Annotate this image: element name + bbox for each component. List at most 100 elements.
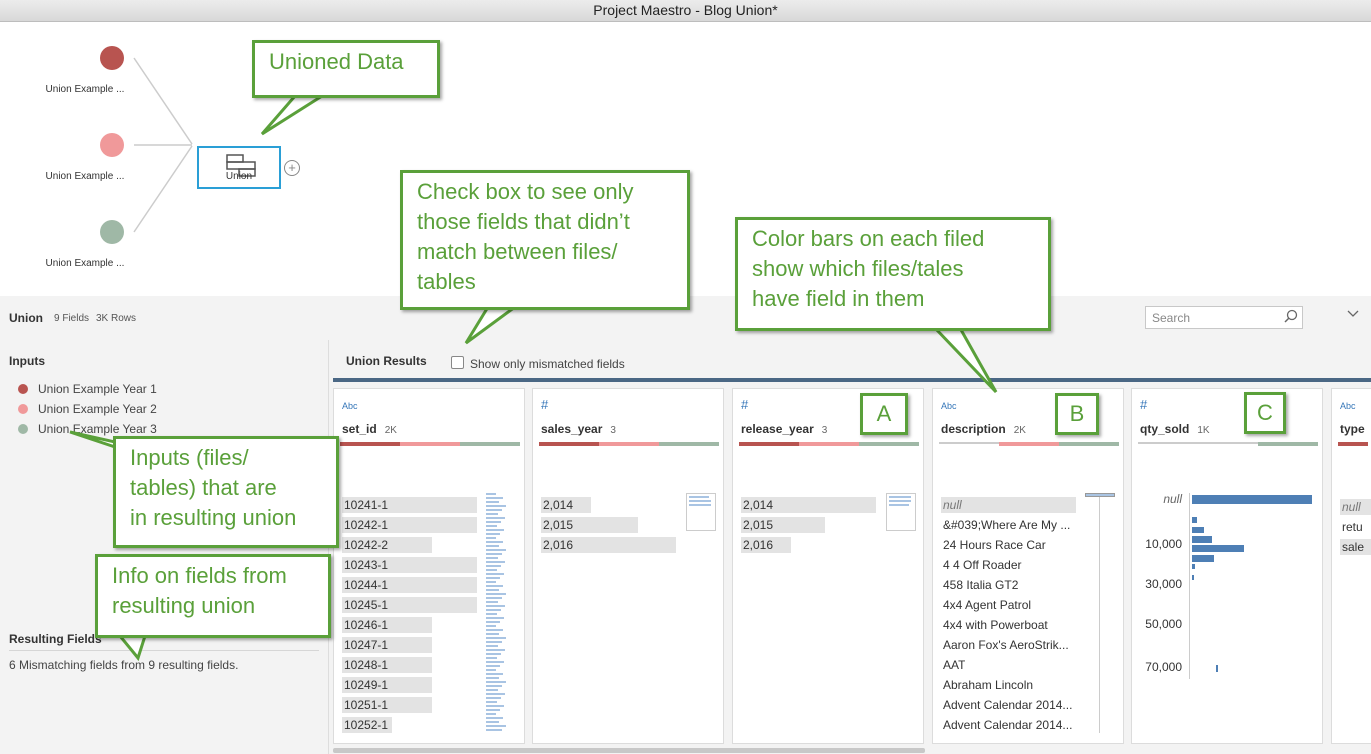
histogram-bar[interactable] xyxy=(1192,495,1312,504)
field-value[interactable]: 4x4 Agent Patrol xyxy=(941,597,1031,613)
step-name: Union xyxy=(9,311,43,325)
field-card-sales-year[interactable]: # sales_year 3 2,014 2,015 2,016 xyxy=(532,388,724,744)
field-value[interactable]: 10247-1 xyxy=(342,637,432,653)
union-node[interactable] xyxy=(197,146,281,189)
input-item-2[interactable]: Union Example Year 2 xyxy=(18,402,157,418)
field-value[interactable]: Advent Calendar 2014... xyxy=(941,697,1072,713)
input-item-label: Union Example Year 2 xyxy=(38,402,157,416)
field-value[interactable]: 10245-1 xyxy=(342,597,477,613)
field-value[interactable]: 10244-1 xyxy=(342,577,477,593)
histogram-bar[interactable] xyxy=(1192,564,1195,569)
field-value[interactable]: sale xyxy=(1340,539,1371,555)
string-type-icon: Abc xyxy=(342,401,358,411)
histogram-bar[interactable] xyxy=(1192,555,1214,562)
field-value[interactable]: 10252-1 xyxy=(342,717,392,733)
field-value[interactable]: 2,014 xyxy=(541,497,591,513)
field-value[interactable]: 2,014 xyxy=(741,497,876,513)
field-value[interactable]: null xyxy=(941,497,1076,513)
scroll-overview[interactable] xyxy=(686,493,716,531)
histogram-bar[interactable] xyxy=(1192,517,1197,523)
chevron-down-icon[interactable] xyxy=(1347,309,1359,319)
flow-node-label-2: Union Example ... xyxy=(45,171,125,182)
field-value[interactable]: 2,015 xyxy=(741,517,825,533)
field-value[interactable]: AAT xyxy=(941,657,965,673)
field-card-type[interactable]: Abc type null retu sale xyxy=(1331,388,1371,744)
scroll-thumb[interactable] xyxy=(1085,493,1115,497)
field-value[interactable]: Abraham Lincoln xyxy=(941,677,1033,693)
field-value[interactable]: 24 Hours Race Car xyxy=(941,537,1046,553)
field-count: 3 xyxy=(821,425,828,436)
divider xyxy=(9,650,319,651)
field-name[interactable]: set_id 2K xyxy=(342,422,397,436)
field-value[interactable]: 458 Italia GT2 xyxy=(941,577,1018,593)
input-item-1[interactable]: Union Example Year 1 xyxy=(18,382,157,398)
field-value[interactable]: 10246-1 xyxy=(342,617,432,633)
number-type-icon: # xyxy=(741,397,749,412)
inputs-title: Inputs xyxy=(9,354,45,368)
field-value[interactable]: Advent Calendar 2014... xyxy=(941,717,1072,733)
field-name[interactable]: release_year 3 xyxy=(741,422,827,436)
field-value[interactable]: null xyxy=(1340,499,1371,515)
source-color-bar xyxy=(939,442,1119,446)
field-card-qty-sold[interactable]: # qty_sold 1K null 10,000 30,000 50,000 7… xyxy=(1131,388,1323,744)
number-type-icon: # xyxy=(1140,397,1148,412)
field-value[interactable]: 2,016 xyxy=(741,537,791,553)
scroll-overview[interactable] xyxy=(886,493,916,531)
field-value[interactable]: Aaron Fox's AeroStrik... xyxy=(941,637,1069,653)
callout-color-bars: Color bars on each filed show which files… xyxy=(735,217,1051,331)
source-color-bar xyxy=(539,442,719,446)
field-name[interactable]: description 2K xyxy=(941,422,1026,436)
field-value[interactable]: retu xyxy=(1340,519,1363,535)
axis-line xyxy=(1189,493,1190,679)
field-card-set-id[interactable]: Abc set_id 2K 10241-1 10242-1 10242-2 10243-… xyxy=(333,388,525,744)
mismatched-checkbox[interactable] xyxy=(451,356,464,369)
field-value[interactable]: 2,015 xyxy=(541,517,638,533)
field-card-description[interactable]: Abc description 2K null &#039;Where Are My… xyxy=(932,388,1124,744)
field-value[interactable]: 10242-2 xyxy=(342,537,432,553)
search-icon[interactable] xyxy=(1284,309,1298,323)
flow-node-input-2[interactable] xyxy=(100,133,124,157)
scroll-histogram[interactable] xyxy=(484,493,516,733)
search-input[interactable]: Search xyxy=(1145,306,1303,329)
mismatched-checkbox-label[interactable]: Show only mismatched fields xyxy=(470,357,625,371)
flow-node-label-3: Union Example ... xyxy=(45,258,125,269)
color-dot-icon xyxy=(18,424,28,434)
field-value[interactable]: &#039;Where Are My ... xyxy=(941,517,1070,533)
string-type-icon: Abc xyxy=(1340,401,1356,411)
flow-node-input-1[interactable] xyxy=(100,46,124,70)
add-step-icon[interactable]: + xyxy=(284,160,300,176)
callout-letter-b: B xyxy=(1055,393,1099,435)
field-value[interactable]: 10243-1 xyxy=(342,557,477,573)
field-value[interactable]: 4x4 with Powerboat xyxy=(941,617,1048,633)
field-count: 2K xyxy=(384,425,397,436)
histogram-bar[interactable] xyxy=(1192,575,1194,580)
field-value[interactable]: 2,016 xyxy=(541,537,676,553)
histogram-bar[interactable] xyxy=(1192,527,1204,533)
histogram-bar[interactable] xyxy=(1192,545,1244,552)
field-name[interactable]: qty_sold 1K xyxy=(1140,422,1210,436)
field-value[interactable]: 10248-1 xyxy=(342,657,432,673)
histogram-bar[interactable] xyxy=(1192,536,1212,543)
field-count: 9 Fields xyxy=(54,313,90,324)
scroll-track xyxy=(1099,497,1100,733)
color-dot-icon xyxy=(18,384,28,394)
field-count: 1K xyxy=(1197,425,1210,436)
horizontal-scrollbar[interactable] xyxy=(333,748,925,753)
histogram-bar[interactable] xyxy=(1216,665,1218,672)
results-divider xyxy=(333,378,1371,382)
field-name[interactable]: sales_year 3 xyxy=(541,422,616,436)
field-value[interactable]: 10242-1 xyxy=(342,517,477,533)
field-value[interactable]: 4 4 Off Roader xyxy=(941,557,1022,573)
axis-label: 10,000 xyxy=(1145,537,1182,551)
input-item-label: Union Example Year 1 xyxy=(38,382,157,396)
field-card-release-year[interactable]: # release_year 3 2,014 2,015 2,016 xyxy=(732,388,924,744)
field-name[interactable]: type xyxy=(1340,422,1365,436)
source-color-bar xyxy=(1338,442,1368,446)
field-value[interactable]: 10241-1 xyxy=(342,497,477,513)
flow-node-input-3[interactable] xyxy=(100,220,124,244)
field-value[interactable]: 10251-1 xyxy=(342,697,432,713)
callout-checkbox: Check box to see only those fields that d… xyxy=(400,170,690,310)
callout-info: Info on fields from resulting union xyxy=(95,554,331,638)
field-value[interactable]: 10249-1 xyxy=(342,677,432,693)
field-count: 3 xyxy=(610,425,616,436)
